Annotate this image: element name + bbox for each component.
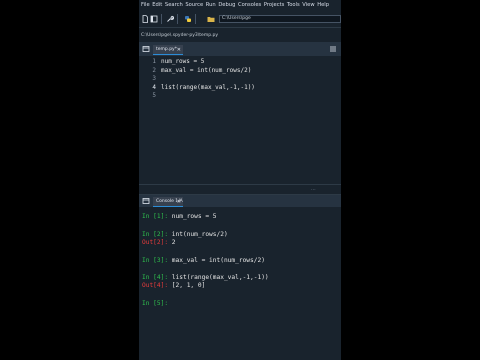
console-input-text: int(num_rows/2) [168, 231, 228, 238]
code-line[interactable]: num_rows = 5 [161, 58, 204, 67]
menu-debug[interactable]: Debug [218, 0, 235, 10]
menu-view[interactable]: View [302, 0, 314, 10]
pane-splitter[interactable]: ⋯ [139, 184, 341, 195]
out-prompt: Out[4]: [142, 282, 169, 289]
menu-file[interactable]: File [141, 0, 150, 10]
menu-projects[interactable]: Projects [264, 0, 284, 10]
code-line[interactable]: max_val = int(num_rows/2) [161, 67, 251, 76]
python-icon[interactable] [184, 15, 192, 23]
panel-icon[interactable] [150, 15, 158, 23]
console-output-text: [2, 1, 0] [168, 282, 206, 289]
spyder-window: File Edit Search Source Run Debug Consol… [139, 0, 341, 360]
menu-search[interactable]: Search [165, 0, 183, 10]
console-input-line[interactable]: In [4]: list(range(max_val,-1,-1)) [142, 274, 269, 282]
menu-help[interactable]: Help [317, 0, 329, 10]
console-output-line: Out[4]: [2, 1, 0] [142, 282, 205, 290]
working-directory-input[interactable]: C:\Users\pge [219, 15, 341, 23]
grip-icon[interactable]: ⋯ [311, 188, 316, 193]
menu-edit[interactable]: Edit [152, 0, 162, 10]
toolbar-separator [195, 14, 196, 24]
menu-tools[interactable]: Tools [287, 0, 300, 10]
folder-icon[interactable] [207, 15, 215, 23]
tab-console[interactable]: Console 1/A ✕ [153, 197, 183, 207]
console-input-line[interactable]: In [1]: num_rows = 5 [142, 213, 217, 221]
close-icon[interactable]: ✕ [177, 197, 181, 207]
in-prompt: In [5]: [142, 300, 169, 307]
editor-file-path: C:\Users\pge\.spyder-py3\temp.py [141, 33, 219, 38]
line-number-gutter: 1 2 3 4 5 [139, 56, 158, 184]
line-number: 3 [152, 75, 156, 82]
in-prompt: In [2]: [142, 231, 169, 238]
menu-run[interactable]: Run [206, 0, 216, 10]
code-line[interactable]: list(range(max_val,-1,-1)) [161, 84, 255, 93]
wrench-icon[interactable] [166, 15, 174, 23]
ipython-console[interactable]: In [1]: num_rows = 5 In [2]: int(num_row… [139, 207, 341, 360]
menu-consoles[interactable]: Consoles [238, 0, 261, 10]
in-prompt: In [3]: [142, 257, 169, 264]
code-editor[interactable]: 1 2 3 4 5 num_rows = 5 max_val = int(num… [139, 56, 341, 184]
browse-tabs-icon[interactable] [142, 197, 150, 205]
out-prompt: Out[2]: [142, 239, 169, 246]
console-input-text: list(range(max_val,-1,-1)) [168, 274, 269, 281]
console-output-text: 2 [168, 239, 176, 246]
menu-bar: File Edit Search Source Run Debug Consol… [139, 0, 341, 10]
toolbar-separator [177, 14, 178, 24]
toolbar: C:\Users\pge [139, 11, 341, 28]
console-input-line[interactable]: In [3]: max_val = int(num_rows/2) [142, 257, 265, 265]
new-file-icon[interactable] [141, 15, 149, 23]
line-number-current: 4 [152, 83, 156, 91]
line-number: 2 [152, 66, 156, 74]
browse-tabs-icon[interactable] [142, 45, 150, 53]
tab-temp-py[interactable]: temp.py* ✕ [153, 45, 183, 55]
console-input-text: max_val = int(num_rows/2) [168, 257, 265, 264]
menu-source[interactable]: Source [185, 0, 203, 10]
console-tab-bar: Console 1/A ✕ [139, 195, 341, 207]
toolbar-separator [161, 14, 162, 24]
in-prompt: In [1]: [142, 213, 169, 220]
options-menu-icon[interactable] [329, 45, 337, 53]
console-input-line[interactable]: In [2]: int(num_rows/2) [142, 231, 228, 239]
tab-label: temp.py* [156, 47, 177, 52]
console-input-line[interactable]: In [5]: [142, 300, 168, 308]
editor-tab-bar: temp.py* ✕ [139, 42, 341, 56]
line-number: 1 [152, 58, 156, 65]
close-icon[interactable]: ✕ [177, 45, 181, 55]
console-output-line: Out[2]: 2 [142, 239, 176, 247]
in-prompt: In [4]: [142, 274, 169, 281]
console-input-text: num_rows = 5 [168, 213, 217, 220]
line-number: 5 [152, 92, 156, 99]
